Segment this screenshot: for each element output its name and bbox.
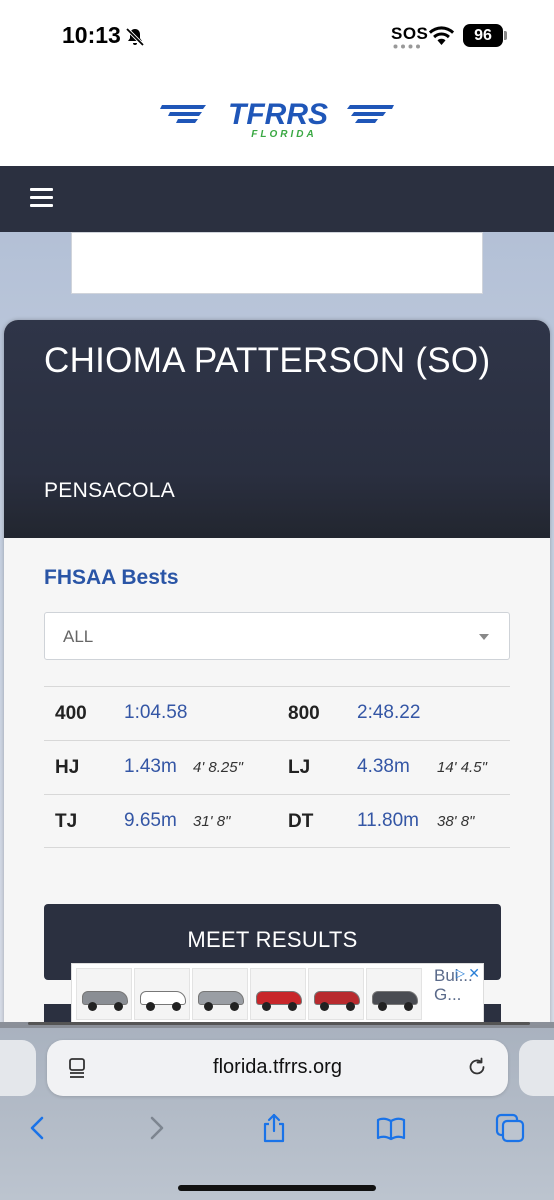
event-mark[interactable]: 2:48.22: [357, 702, 420, 724]
chevron-down-icon: [479, 634, 489, 640]
address-bar[interactable]: florida.tfrrs.org: [47, 1040, 508, 1096]
close-icon[interactable]: ✕: [468, 965, 480, 982]
bookmarks-icon[interactable]: [375, 1112, 407, 1144]
menu-icon[interactable]: [30, 188, 53, 208]
car-wheel: [378, 1002, 387, 1011]
ad-car-image[interactable]: [366, 968, 422, 1020]
next-tab-peek[interactable]: [519, 1040, 554, 1096]
mark-conversion: 31' 8": [193, 813, 231, 830]
event-name: 800: [288, 703, 320, 724]
back-icon[interactable]: [22, 1112, 54, 1144]
ad-car-image[interactable]: [250, 968, 306, 1020]
event-name: HJ: [55, 757, 80, 778]
navbar: [0, 166, 554, 232]
bell-slash-icon: [125, 27, 145, 47]
bottom-ad-banner[interactable]: Bui... G... ▷ ✕: [71, 963, 484, 1025]
top-ad-banner[interactable]: [71, 232, 483, 294]
table-row: HJ 1.43m 4' 8.25" LJ 4.38m 14' 4.5": [44, 740, 510, 794]
logo-text: TFRRS: [228, 98, 328, 131]
mark-conversion: 38' 8": [437, 813, 475, 830]
ad-car-image[interactable]: [76, 968, 132, 1020]
event-name: DT: [288, 811, 314, 832]
share-icon[interactable]: [258, 1112, 290, 1144]
event-mark[interactable]: 9.65m: [124, 810, 177, 832]
status-time: 10:13: [62, 22, 121, 48]
event-name: LJ: [288, 757, 311, 778]
car-wheel: [346, 1002, 355, 1011]
car-wheel: [288, 1002, 297, 1011]
event-mark[interactable]: 4.38m: [357, 756, 410, 778]
event-name: 400: [55, 703, 87, 724]
table-row: 400 1:04.58 800 2:48.22: [44, 686, 510, 740]
car-wheel: [404, 1002, 413, 1011]
car-wheel: [320, 1002, 329, 1011]
athlete-card: CHIOMA PATTERSON (SO) PENSACOLA FHSAA Be…: [4, 320, 550, 1032]
signal-dots-icon: [393, 44, 420, 49]
home-indicator: [178, 1185, 376, 1191]
reload-icon[interactable]: [466, 1056, 488, 1078]
previous-tab-peek[interactable]: [0, 1040, 36, 1096]
table-row: TJ 9.65m 31' 8" DT 11.80m 38' 8": [44, 794, 510, 848]
tabs-icon[interactable]: [494, 1112, 526, 1144]
scroll-handle: [28, 1022, 530, 1025]
car-wheel: [230, 1002, 239, 1011]
bests-title: FHSAA Bests: [44, 566, 179, 589]
logo-subtext: FLORIDA: [251, 129, 316, 140]
car-wheel: [204, 1002, 213, 1011]
forward-icon[interactable]: [140, 1112, 172, 1144]
mark-conversion: 4' 8.25": [193, 759, 243, 776]
bests-table: 400 1:04.58 800 2:48.22 HJ 1.43m 4' 8.25…: [44, 686, 510, 848]
url-text: florida.tfrrs.org: [213, 1056, 342, 1078]
event-mark[interactable]: 1:04.58: [124, 702, 187, 724]
ad-car-image[interactable]: [192, 968, 248, 1020]
select-value: ALL: [63, 627, 94, 646]
athlete-header: CHIOMA PATTERSON (SO) PENSACOLA: [4, 320, 550, 538]
car-wheel: [146, 1002, 155, 1011]
athlete-name: CHIOMA PATTERSON (SO): [44, 341, 491, 380]
ad-car-image[interactable]: [308, 968, 364, 1020]
ad-car-image[interactable]: [134, 968, 190, 1020]
wifi-icon: [428, 26, 455, 45]
team-link[interactable]: PENSACOLA: [44, 479, 175, 503]
event-mark[interactable]: 11.80m: [357, 810, 419, 832]
tfrrs-logo[interactable]: TFRRS FLORIDA: [160, 96, 396, 140]
car-wheel: [172, 1002, 181, 1011]
event-name: TJ: [55, 811, 78, 832]
sos-indicator: SOS: [391, 24, 429, 43]
mark-conversion: 14' 4.5": [437, 759, 487, 776]
season-filter-select[interactable]: ALL: [44, 612, 510, 660]
battery-indicator: 96: [463, 24, 503, 47]
battery-nub: [504, 31, 507, 40]
ad-choices-icon[interactable]: ▷: [456, 966, 465, 980]
car-wheel: [262, 1002, 271, 1011]
site-header: TFRRS FLORIDA: [0, 70, 554, 166]
event-mark[interactable]: 1.43m: [124, 756, 177, 778]
car-wheel: [114, 1002, 123, 1011]
status-bar: 10:13 SOS 96: [0, 0, 554, 70]
car-wheel: [88, 1002, 97, 1011]
